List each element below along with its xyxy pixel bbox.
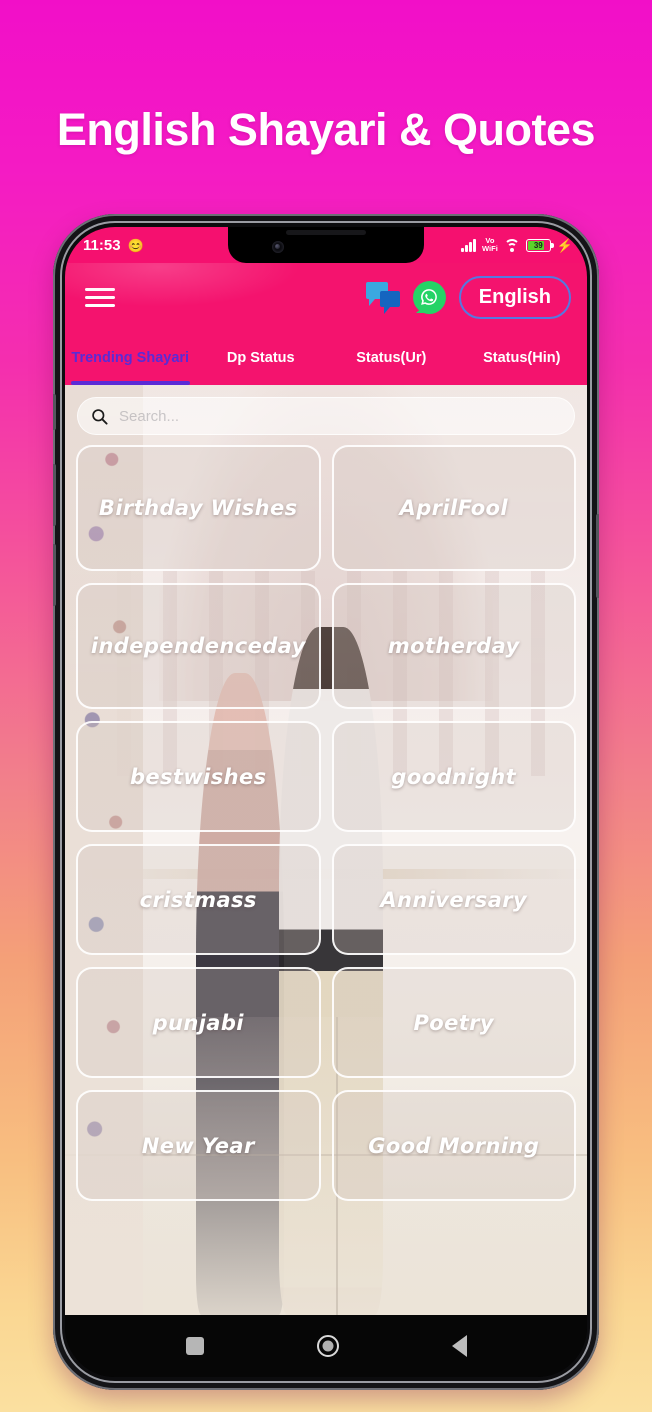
category-card-label: punjabi [152, 1010, 244, 1035]
category-card-label: New Year [141, 1133, 255, 1158]
phone-mute-button [53, 394, 56, 430]
status-bar-left: 11:53 😊 [83, 237, 144, 254]
front-camera-icon [272, 241, 284, 253]
smiley-icon: 😊 [127, 237, 144, 253]
recents-square-icon[interactable] [185, 1337, 204, 1355]
category-card-label: motherday [387, 634, 520, 658]
tab-dp-status[interactable]: Dp Status [196, 331, 327, 385]
category-card-poetry[interactable]: Poetry [331, 967, 576, 1078]
back-triangle-icon[interactable] [451, 1335, 467, 1357]
search-container [77, 397, 575, 435]
category-card-birthday-wishes[interactable]: Birthday Wishes [76, 445, 321, 571]
chat-bubbles-icon[interactable] [365, 281, 400, 314]
tab-trending-shayari[interactable]: Trending Shayari [65, 331, 196, 385]
app-bar-actions: English [365, 275, 571, 319]
category-grid: Birthday Wishes AprilFool independenceda… [76, 445, 576, 1201]
category-card-motherday[interactable]: motherday [331, 583, 576, 709]
phone-notch [228, 227, 424, 263]
page-title: English Shayari & Quotes [56, 104, 596, 155]
category-card-label: Anniversary [380, 887, 528, 912]
category-card-label: Poetry [413, 1010, 495, 1035]
phone-volume-down-button [53, 544, 56, 606]
phone-volume-up-button [53, 464, 56, 526]
category-card-punjabi[interactable]: punjabi [76, 967, 321, 1078]
category-card-new-year[interactable]: New Year [76, 1090, 321, 1201]
category-card-label: bestwishes [129, 764, 267, 789]
content-area: Birthday Wishes AprilFool independenceda… [65, 385, 587, 1315]
category-card-label: AprilFool [399, 496, 508, 520]
category-card-aprilfool[interactable]: AprilFool [331, 445, 576, 571]
search-bar[interactable] [77, 397, 575, 435]
battery-icon: 39 [525, 238, 554, 252]
battery-percent-label: 39 [533, 240, 543, 250]
category-card-bestwishes[interactable]: bestwishes [76, 721, 321, 832]
whatsapp-phone-glyph [421, 289, 438, 305]
tab-status-ur[interactable]: Status(Ur) [326, 331, 457, 385]
home-circle-icon[interactable] [316, 1335, 339, 1357]
status-bar-time: 11:53 [83, 236, 121, 254]
phone-power-button [596, 514, 599, 598]
cellular-signal-icon [461, 238, 477, 252]
vowifi-icon: Vo WiFi [482, 236, 498, 253]
category-card-label: cristmass [139, 887, 257, 912]
tab-bar: Trending Shayari Dp Status Status(Ur) St… [65, 331, 587, 385]
android-nav-bar [65, 1315, 587, 1377]
hamburger-menu-icon[interactable] [85, 287, 115, 307]
category-card-label: Good Morning [368, 1133, 540, 1158]
wifi-icon [503, 238, 520, 252]
category-card-cristmass[interactable]: cristmass [76, 844, 321, 955]
category-card-independenceday[interactable]: independenceday [76, 583, 321, 709]
category-card-good-morning[interactable]: Good Morning [331, 1090, 576, 1201]
status-bar-right: Vo WiFi 39 ⚡ [461, 237, 573, 253]
charging-bolt-icon: ⚡ [556, 237, 573, 253]
language-button[interactable]: English [458, 275, 571, 319]
whatsapp-icon[interactable] [412, 280, 446, 314]
category-card-label: independenceday [90, 634, 306, 658]
search-input[interactable] [119, 407, 562, 425]
category-card-label: goodnight [391, 764, 517, 789]
category-card-goodnight[interactable]: goodnight [331, 721, 576, 832]
search-icon [92, 408, 108, 425]
tab-status-hin[interactable]: Status(Hin) [457, 331, 588, 385]
category-card-anniversary[interactable]: Anniversary [331, 844, 576, 955]
earpiece-speaker [286, 230, 366, 235]
category-card-label: Birthday Wishes [98, 496, 298, 520]
app-bar: English [65, 227, 587, 331]
phone-mockup: 11:53 😊 Vo WiFi 39 ⚡ English Trending Sh… [53, 214, 599, 1390]
phone-screen: 11:53 😊 Vo WiFi 39 ⚡ English Trending Sh… [65, 227, 587, 1377]
